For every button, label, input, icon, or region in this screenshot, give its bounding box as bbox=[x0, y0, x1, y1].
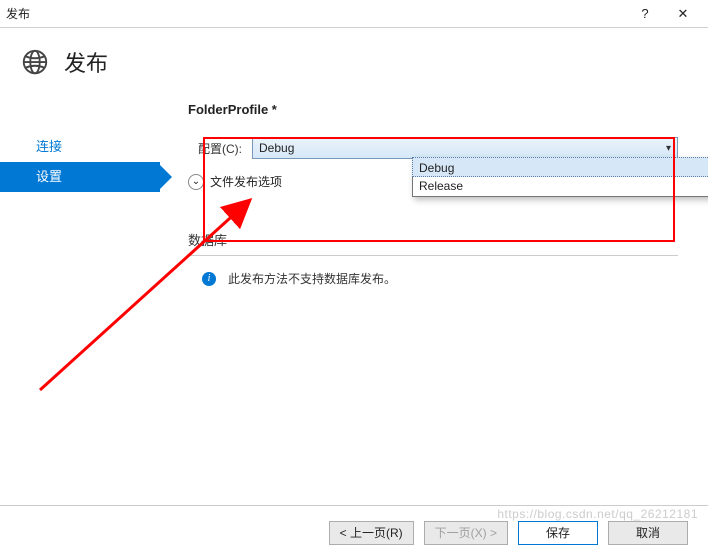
sidebar-item-settings[interactable]: 设置 bbox=[0, 162, 160, 192]
next-button: 下一页(X) > bbox=[424, 521, 508, 545]
globe-icon bbox=[20, 47, 50, 77]
sidebar-item-connection[interactable]: 连接 bbox=[0, 132, 160, 162]
window-title: 发布 bbox=[6, 5, 30, 22]
config-option-release[interactable]: Release bbox=[413, 176, 708, 196]
config-option-debug[interactable]: Debug bbox=[412, 157, 708, 177]
page-title: 发布 bbox=[64, 46, 108, 78]
database-info: i 此发布方法不支持数据库发布。 bbox=[188, 270, 678, 287]
config-select-value: Debug bbox=[259, 141, 294, 155]
titlebar: 发布 ? ✕ bbox=[0, 0, 708, 28]
chevron-down-icon: ▾ bbox=[666, 143, 671, 154]
sidebar: 连接 设置 bbox=[0, 92, 160, 482]
database-header: 数据库 bbox=[188, 230, 678, 249]
divider bbox=[188, 255, 678, 256]
config-label: 配置(C): bbox=[188, 140, 242, 157]
info-icon: i bbox=[202, 272, 216, 286]
close-button[interactable]: ✕ bbox=[664, 6, 702, 22]
database-info-text: 此发布方法不支持数据库发布。 bbox=[228, 270, 396, 287]
cancel-button[interactable]: 取消 bbox=[608, 521, 688, 545]
main-panel: FolderProfile * 配置(C): Debug ▾ ⌄ 文件发布选项 … bbox=[160, 92, 708, 482]
footer: < 上一页(R) 下一页(X) > 保存 取消 bbox=[0, 505, 708, 559]
expander-label: 文件发布选项 bbox=[210, 173, 282, 190]
config-dropdown: Debug Release bbox=[412, 157, 708, 197]
prev-button[interactable]: < 上一页(R) bbox=[329, 521, 414, 545]
chevron-down-icon: ⌄ bbox=[188, 174, 204, 190]
help-button[interactable]: ? bbox=[626, 6, 664, 21]
profile-name: FolderProfile * bbox=[188, 102, 678, 117]
config-select[interactable]: Debug ▾ bbox=[252, 137, 678, 159]
save-button[interactable]: 保存 bbox=[518, 521, 598, 545]
dialog-header: 发布 bbox=[0, 28, 708, 92]
